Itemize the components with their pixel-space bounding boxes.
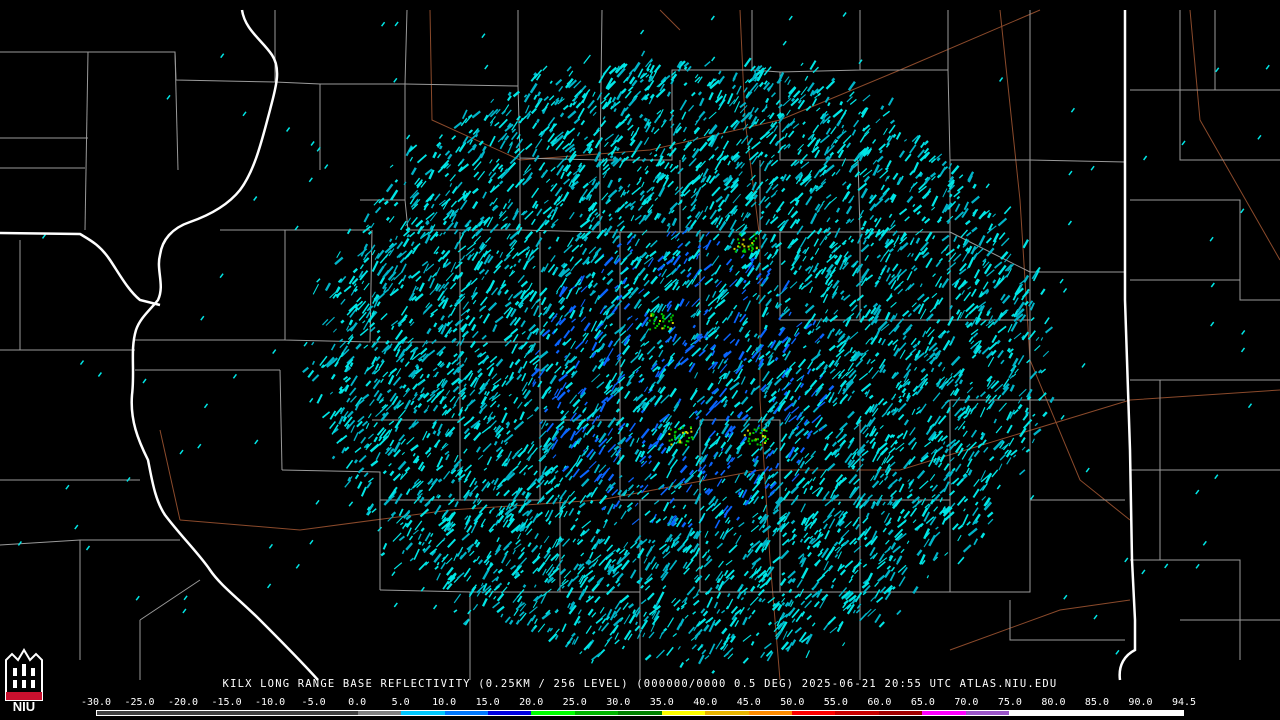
echo-streak xyxy=(763,324,768,330)
radar-map xyxy=(0,0,1280,720)
echo-streak xyxy=(862,127,866,132)
echo-streak xyxy=(851,465,856,470)
echo-streak xyxy=(560,409,565,415)
echo-streak xyxy=(331,455,336,460)
echo-streak xyxy=(347,476,352,482)
echo-streak xyxy=(591,424,595,430)
echo-streak xyxy=(806,545,811,550)
echo-streak xyxy=(869,336,874,341)
echo-streak xyxy=(376,329,381,334)
echo-streak xyxy=(566,388,571,393)
echo-streak xyxy=(830,584,835,589)
echo-streak xyxy=(860,457,865,462)
echo-streak xyxy=(980,431,984,436)
echo-streak xyxy=(880,105,885,110)
echo-streak xyxy=(839,101,844,106)
echo-streak xyxy=(786,458,791,463)
echo-streak xyxy=(774,356,779,362)
echo-streak xyxy=(758,597,763,603)
echo-streak xyxy=(349,362,354,367)
echo-streak xyxy=(438,145,443,150)
echo-streak xyxy=(877,275,882,281)
echo-streak xyxy=(692,324,697,329)
echo-streak xyxy=(647,454,652,459)
echo-streak xyxy=(790,97,796,102)
echo-streak xyxy=(507,91,512,97)
echo-streak xyxy=(480,524,484,528)
echo-streak xyxy=(400,358,404,363)
echo-streak xyxy=(891,586,896,590)
echo-streak xyxy=(697,244,702,249)
echo-streak xyxy=(948,193,953,198)
echo-streak xyxy=(764,153,768,158)
echo-streak xyxy=(615,146,620,152)
echo-streak xyxy=(743,279,747,284)
echo-streak xyxy=(914,353,919,359)
echo-streak xyxy=(641,357,645,362)
echo-streak xyxy=(962,425,966,430)
echo-streak xyxy=(589,499,594,504)
echo-streak xyxy=(609,154,614,159)
echo-streak xyxy=(683,342,688,347)
echo-streak xyxy=(831,77,836,82)
echo-streak xyxy=(625,422,630,428)
echo-streak xyxy=(432,430,437,435)
echo-streak xyxy=(385,216,390,221)
echo-streak xyxy=(936,174,941,179)
echo-streak xyxy=(535,118,540,124)
echo-streak xyxy=(801,134,806,139)
echo-streak xyxy=(884,166,889,171)
echo-streak xyxy=(419,393,424,398)
echo-streak xyxy=(612,156,617,161)
echo-streak xyxy=(474,133,479,138)
echo-streak xyxy=(701,470,706,475)
echo-streak xyxy=(737,491,742,496)
echo-streak xyxy=(522,584,527,589)
echo-streak xyxy=(795,425,800,430)
echo-streak xyxy=(760,210,765,215)
echo-streak xyxy=(898,398,903,404)
echo-streak xyxy=(418,541,422,546)
echo-streak xyxy=(429,225,434,230)
echo-streak xyxy=(576,510,581,515)
echo-streak xyxy=(705,540,709,545)
echo-streak xyxy=(570,185,575,191)
echo-streak xyxy=(566,640,571,645)
echo-streak xyxy=(863,536,868,541)
echo-streak xyxy=(831,328,836,333)
echo-streak xyxy=(730,155,734,160)
